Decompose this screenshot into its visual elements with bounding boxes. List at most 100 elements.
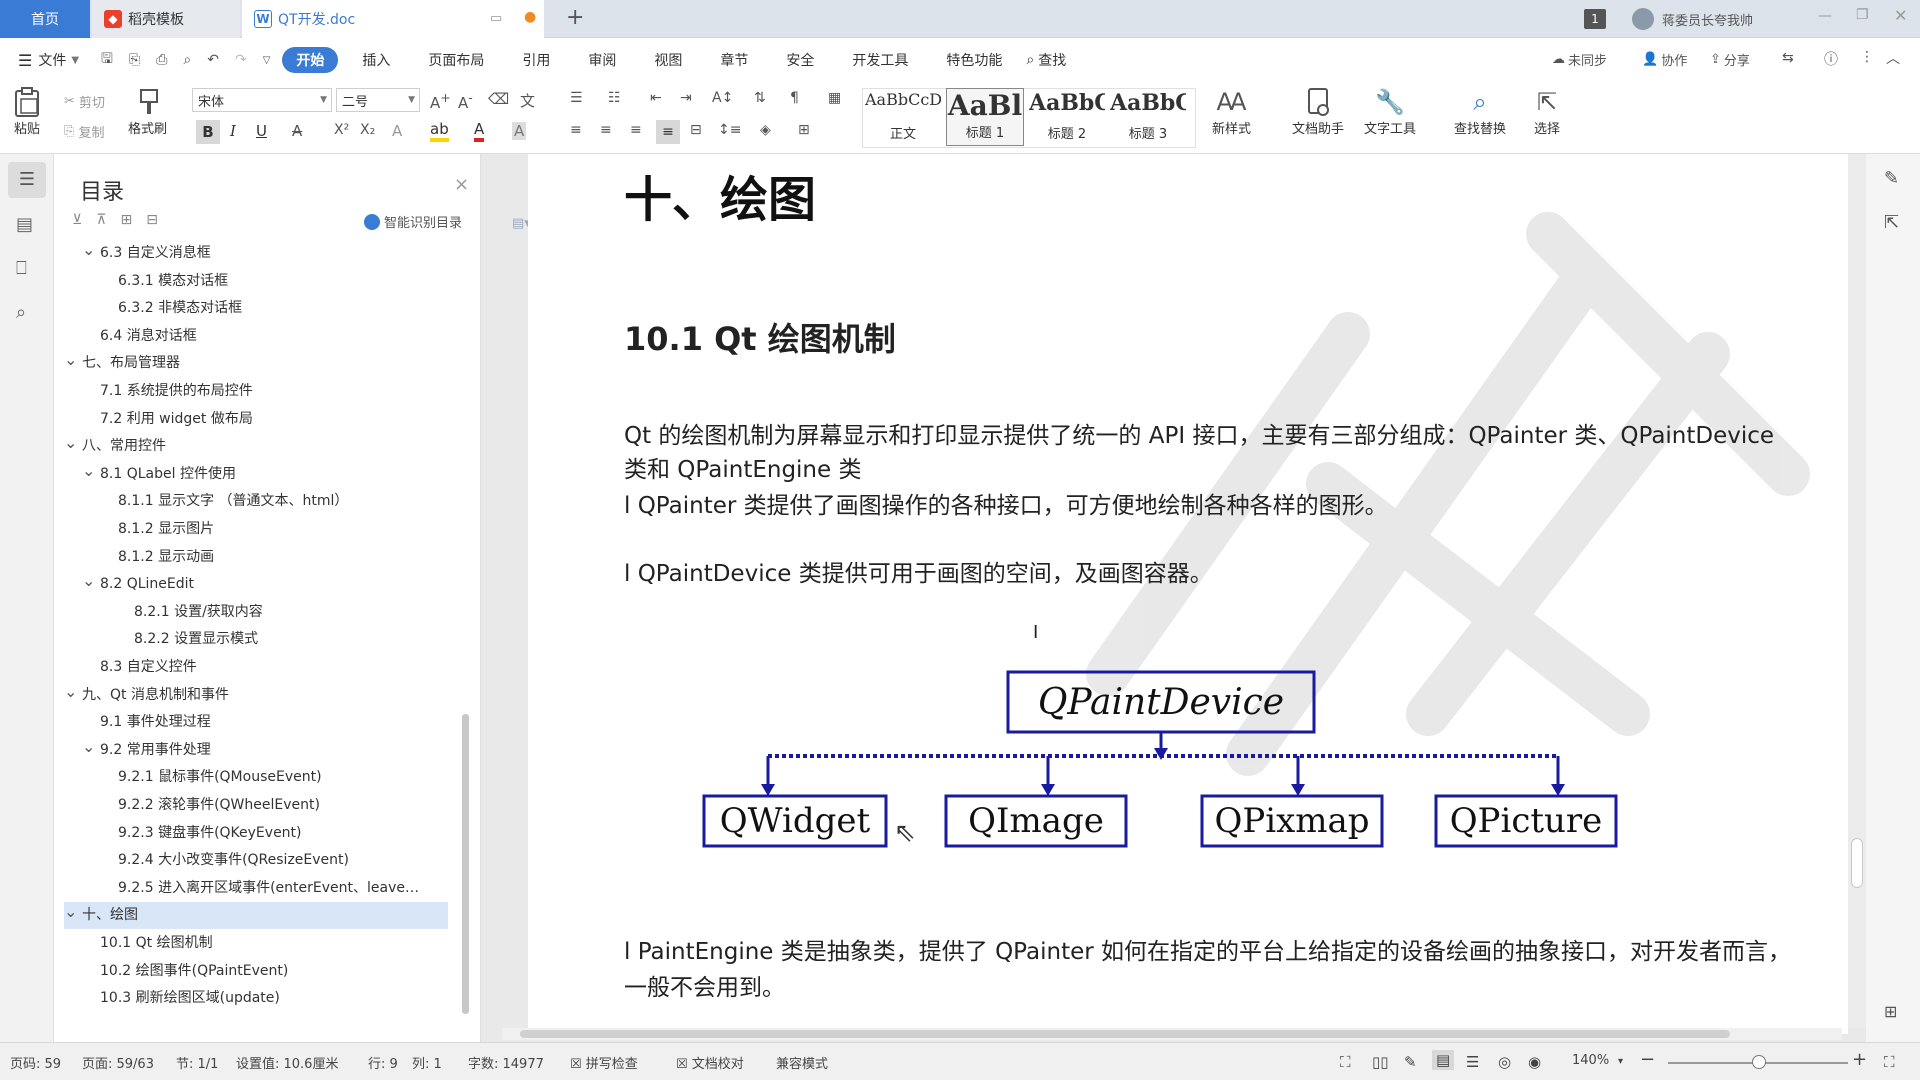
more-icon[interactable]: ⋮	[1860, 49, 1874, 65]
zoom-in-icon[interactable]: +	[1852, 1049, 1867, 1070]
fullscreen-icon[interactable]: ⛶	[1340, 1053, 1351, 1071]
close-panel-icon[interactable]: ×	[454, 174, 469, 195]
save-icon[interactable]: 🖫	[101, 48, 113, 72]
toc-item[interactable]: 9.2.2 滚轮事件(QWheelEvent)	[64, 792, 448, 819]
status-page-number[interactable]: 页码: 59	[10, 1053, 61, 1072]
table-grid-icon[interactable]: ▦	[828, 90, 841, 106]
paste-button[interactable]: 粘贴	[12, 86, 42, 137]
sync-button[interactable]: ☁ 未同步	[1552, 50, 1607, 69]
new-tab-button[interactable]: +	[566, 5, 584, 30]
bullet-list-icon[interactable]: ☰	[570, 90, 583, 106]
menu-start[interactable]: 开始	[282, 47, 339, 73]
page-view-icon[interactable]: ▤	[1432, 1050, 1455, 1070]
align-right-icon[interactable]: ≡	[630, 122, 642, 138]
bookmark-icon[interactable]: ⎕	[16, 258, 27, 279]
status-word-count[interactable]: 字数: 14977	[468, 1053, 544, 1072]
write-mode-icon[interactable]: ✎	[1404, 1053, 1417, 1071]
horizontal-scrollbar[interactable]	[502, 1028, 1842, 1040]
avatar[interactable]	[1632, 8, 1654, 30]
grow-font-icon[interactable]: A+	[430, 90, 451, 112]
vertical-scroll-thumb[interactable]	[1851, 838, 1863, 888]
pen-icon[interactable]: ✎	[1884, 168, 1899, 189]
toc-item[interactable]: 9.2.4 大小改变事件(QResizeEvent)	[64, 847, 448, 874]
toc-item[interactable]: 6.3.2 非模态对话框	[64, 295, 448, 322]
restore-icon[interactable]: ❐	[1856, 7, 1869, 23]
superscript-icon[interactable]: X²	[334, 122, 349, 138]
toc-item[interactable]: 9.2.5 进入离开区域事件(enterEvent、leave…	[64, 875, 448, 902]
toc-item[interactable]: ⌄ 8.2 QLineEdit	[64, 571, 448, 598]
toc-item[interactable]: 10.2 绘图事件(QPaintEvent)	[64, 958, 448, 985]
doc-helper-button[interactable]: 文档助手	[1292, 86, 1344, 137]
menu-reference[interactable]: 引用	[508, 47, 564, 73]
chevron-down-icon[interactable]: ⌄	[82, 457, 95, 484]
toc-item[interactable]: ⌄ 八、常用控件	[64, 433, 448, 460]
toc-item[interactable]: ⌄ 十、绘图	[64, 902, 448, 930]
menu-insert[interactable]: 插入	[348, 47, 404, 73]
read-mode-icon[interactable]: ▯▯	[1372, 1053, 1389, 1071]
menu-review[interactable]: 审阅	[574, 47, 630, 73]
text-effect-icon[interactable]: A	[392, 122, 402, 140]
chevron-down-icon[interactable]: ⌄	[82, 567, 95, 594]
outline-view-icon[interactable]: ☰	[1466, 1053, 1479, 1071]
menu-features[interactable]: 特色功能	[932, 47, 1016, 73]
copy-button[interactable]: ⎘ 复制	[64, 122, 105, 141]
toc-item[interactable]: ⌄ 七、布局管理器	[64, 350, 448, 377]
line-spacing-icon[interactable]: ↕≡	[718, 122, 741, 138]
monitor-icon[interactable]: ▭	[490, 11, 502, 26]
export-icon[interactable]: ⎘	[129, 52, 140, 68]
toc-item[interactable]: 10.1 Qt 绘图机制	[64, 930, 448, 957]
menu-developer[interactable]: 开发工具	[838, 47, 922, 73]
style-heading-1[interactable]: AaBl 标题 1	[946, 88, 1024, 146]
tab-document[interactable]: W QT开发.doc ▭ ●	[242, 0, 544, 38]
share-button[interactable]: ⇪ 分享	[1710, 50, 1750, 69]
toc-item[interactable]: ⌄ 九、Qt 消息机制和事件	[64, 682, 448, 709]
menu-chapter[interactable]: 章节	[706, 47, 762, 73]
toc-item[interactable]: ⌄ 6.3 自定义消息框	[64, 240, 448, 267]
toc-item[interactable]: 8.2.2 设置显示模式	[64, 626, 448, 653]
decrease-indent-icon[interactable]: ⇤	[650, 90, 662, 106]
file-menu[interactable]: ☰ 文件 ▼	[18, 50, 79, 70]
toc-item[interactable]: 9.1 事件处理过程	[64, 709, 448, 736]
undo-icon[interactable]: ↶	[207, 52, 219, 68]
quick-access-dropdown-icon[interactable]: ▽	[263, 55, 271, 66]
zoom-level[interactable]: 140%	[1572, 1053, 1609, 1068]
document-page[interactable]: 十、绘图 10.1 Qt 绘图机制 Qt 的绘图机制为屏幕显示和打印显示提供了统…	[528, 154, 1848, 1034]
toc-item[interactable]: 8.3 自定义控件	[64, 654, 448, 681]
chevron-down-icon[interactable]: ⌄	[64, 898, 77, 925]
print-icon[interactable]: ⎙	[156, 52, 167, 68]
collapse-ribbon-icon[interactable]: ︿	[1886, 48, 1900, 68]
redo-icon[interactable]: ↷	[235, 52, 247, 68]
bold-icon[interactable]: B	[196, 120, 220, 144]
eye-protect-icon[interactable]: ◉	[1528, 1053, 1541, 1071]
smart-toc-button[interactable]: 智能识别目录	[364, 212, 462, 231]
toc-item[interactable]: ⌄ 8.1 QLabel 控件使用	[64, 461, 448, 488]
new-style-button[interactable]: Ꜳ 新样式	[1212, 86, 1251, 137]
help-icon[interactable]: ⓘ	[1824, 49, 1838, 69]
style-normal[interactable]: AaBbCcDd 正文	[864, 88, 942, 146]
numbered-list-icon[interactable]: ☷	[608, 90, 621, 106]
toc-item[interactable]: 6.3.1 模态对话框	[64, 268, 448, 295]
toolbar-toggle-icon[interactable]: ⇆	[1782, 50, 1794, 66]
toc-item[interactable]: 8.1.2 显示动画	[64, 544, 448, 571]
toc-scrollbar[interactable]	[462, 714, 469, 1014]
menu-search[interactable]: ⌕ 查找	[1026, 50, 1066, 70]
toc-item[interactable]: 7.1 系统提供的布局控件	[64, 378, 448, 405]
horizontal-scroll-thumb[interactable]	[520, 1030, 1730, 1038]
chevron-down-icon[interactable]: ⌄	[64, 429, 77, 456]
justify-icon[interactable]: ≡	[656, 120, 680, 144]
pointer-tool-icon[interactable]: ⇱	[1884, 212, 1899, 233]
toc-item[interactable]: 9.2.3 键盘事件(QKeyEvent)	[64, 820, 448, 847]
style-heading-2[interactable]: AaBbC 标题 2	[1028, 88, 1106, 146]
toc-item[interactable]: 8.2.1 设置/获取内容	[64, 599, 448, 626]
text-tools-button[interactable]: 🔧 文字工具	[1364, 86, 1416, 137]
zoom-out-icon[interactable]: −	[1640, 1049, 1655, 1070]
find-replace-button[interactable]: ⌕ 查找替换	[1454, 86, 1506, 137]
font-size-select[interactable]: 二号 ▼	[336, 88, 420, 112]
add-item-icon[interactable]: ⊞	[121, 212, 147, 228]
collab-button[interactable]: 👤 协作	[1642, 50, 1687, 69]
phonetic-icon[interactable]: 文	[520, 90, 535, 111]
tab-home[interactable]: 首页	[0, 0, 90, 38]
style-heading-3[interactable]: AaBbC 标题 3	[1106, 88, 1190, 146]
window-count-badge[interactable]: 1	[1584, 9, 1606, 29]
find-panel-icon[interactable]: ⌕	[16, 302, 26, 323]
